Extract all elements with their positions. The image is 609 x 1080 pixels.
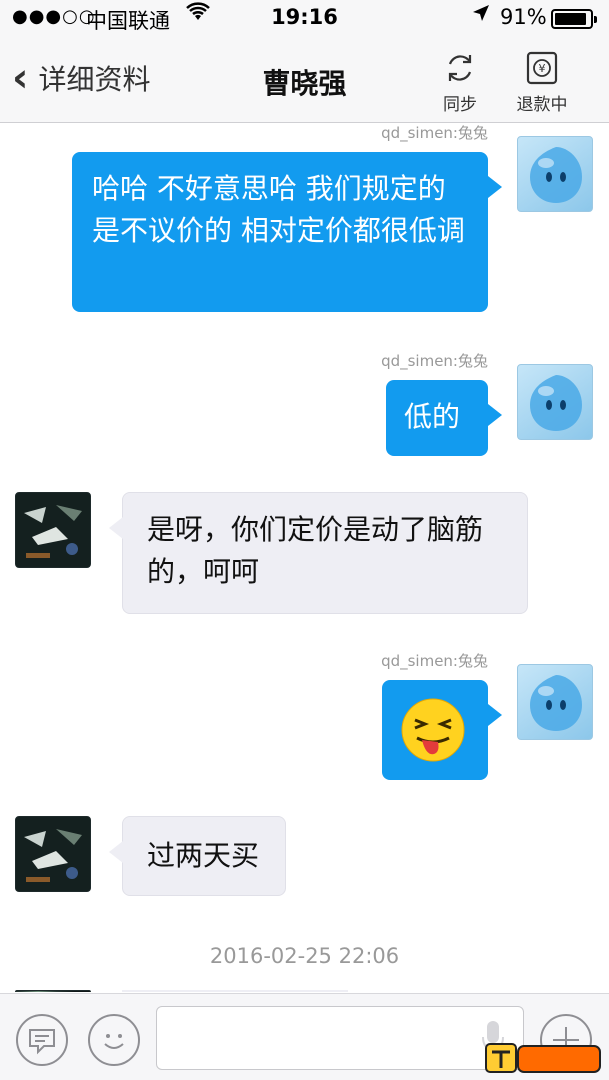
avatar-self[interactable]: [517, 136, 593, 212]
sender-name: qd_simen:兔兔: [381, 652, 488, 670]
speech-bubble-icon: [29, 1029, 55, 1055]
message-text: 过两天买: [147, 839, 260, 872]
status-bar: ●●●○○ 中国联通 19:16 91%: [0, 0, 609, 38]
smiley-icon: [104, 1034, 124, 1049]
message-text: 低的: [404, 400, 461, 433]
navigation-bar: ‹ 详细资料 曹晓强 同步 ¥ 退款中: [0, 38, 609, 123]
top-bar: ●●●○○ 中国联通 19:16 91% ‹ 详细资料 曹晓强 同步 ¥ 退款中: [0, 0, 609, 123]
sync-label: 同步: [443, 95, 477, 115]
drop-avatar-icon: [530, 675, 582, 731]
message-timestamp: 2016-02-25 22:06: [209, 944, 400, 968]
chat-mode-button[interactable]: [16, 1014, 68, 1066]
message-bubble-outgoing[interactable]: [382, 680, 502, 780]
message-bubble-partial: [122, 990, 348, 992]
avatar-self[interactable]: [517, 364, 593, 440]
message-text: 哈哈 不好意思哈 我们规定的是不议价的 相对定价都很低调: [92, 172, 465, 247]
avatar-contact[interactable]: [15, 816, 91, 892]
refund-button[interactable]: ¥ 退款中: [507, 50, 577, 115]
sender-name: qd_simen:兔兔: [381, 352, 488, 370]
sender-name: qd_simen:兔兔: [381, 124, 488, 142]
refund-label: 退款中: [516, 95, 568, 115]
message-bubble-outgoing[interactable]: 哈哈 不好意思哈 我们规定的是不议价的 相对定价都很低调: [72, 152, 502, 312]
watermark-logo: [484, 1040, 604, 1076]
message-bubble-incoming[interactable]: 是呀，你们定价是动了脑筋的，呵呵: [109, 492, 528, 614]
message-text: 是呀，你们定价是动了脑筋的，呵呵: [147, 513, 484, 588]
message-input[interactable]: [156, 1006, 524, 1070]
avatar-contact-partial: [15, 990, 91, 992]
avatar-contact[interactable]: [15, 492, 91, 568]
message-bubble-incoming[interactable]: 过两天买: [109, 816, 286, 896]
avatar-self[interactable]: [517, 664, 593, 740]
svg-text:¥: ¥: [539, 62, 546, 75]
sync-icon: [448, 55, 472, 81]
contact-photo: [16, 817, 90, 891]
refund-icon: ¥: [526, 51, 558, 85]
drop-avatar-icon: [530, 147, 582, 203]
contact-photo: [16, 493, 90, 567]
location-arrow-icon: [472, 4, 490, 27]
emoji-button[interactable]: [88, 1014, 140, 1066]
drop-avatar-icon: [530, 375, 582, 431]
message-bubble-outgoing[interactable]: 低的: [386, 380, 502, 456]
chat-area[interactable]: qd_simen:兔兔 哈哈 不好意思哈 我们规定的是不议价的 相对定价都很低调…: [0, 124, 609, 992]
sync-button[interactable]: 同步: [425, 50, 495, 115]
tongue-out-emoji-icon: [401, 698, 465, 762]
battery-icon: [551, 9, 597, 29]
battery-percentage: 91%: [500, 5, 547, 29]
